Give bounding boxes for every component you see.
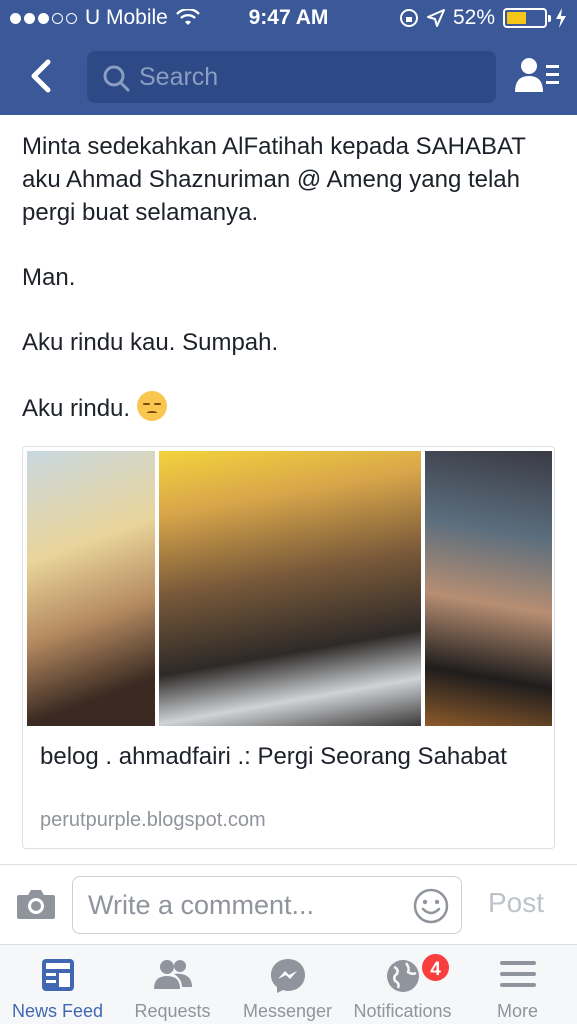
friends-list-icon[interactable] xyxy=(515,56,559,96)
comment-placeholder: Write a comment... xyxy=(88,890,315,920)
back-arrow-icon[interactable] xyxy=(22,54,62,98)
tab-news-feed[interactable]: News Feed xyxy=(0,945,115,1025)
friend-requests-icon xyxy=(153,960,192,989)
camera-icon[interactable] xyxy=(16,887,56,921)
post-paragraph: Minta sedekahkan AlFatihah kepada SAHABA… xyxy=(22,133,526,226)
search-icon xyxy=(103,65,130,92)
photo-singer-right xyxy=(425,451,552,726)
post-text: Minta sedekahkan AlFatihah kepada SAHABA… xyxy=(22,130,562,457)
emoji-smile-icon[interactable] xyxy=(413,888,449,924)
search-placeholder: Search xyxy=(139,63,219,91)
charging-icon xyxy=(556,8,566,28)
tab-more[interactable]: More xyxy=(460,945,575,1025)
comment-input[interactable]: Write a comment... xyxy=(72,876,462,934)
link-title[interactable]: belog . ahmadfairi .: Pergi Seorang Saha… xyxy=(40,740,540,773)
app-header: U Mobile 9:47 AM 52% Search xyxy=(0,0,577,115)
link-preview-image[interactable] xyxy=(27,451,552,726)
tab-label: More xyxy=(496,1001,538,1021)
post-paragraph-last: Aku rindu. xyxy=(22,391,562,425)
search-input[interactable]: Search xyxy=(87,51,496,103)
post-button[interactable]: Post xyxy=(488,887,544,919)
tab-label: Notifications xyxy=(353,1001,452,1021)
post-paragraph: Man. xyxy=(22,264,76,291)
photo-guitarist-center xyxy=(159,451,421,726)
tab-bar: News Feed Requests Messenger Notificatio… xyxy=(0,944,577,1024)
pensive-face-emoji-icon xyxy=(136,391,167,421)
tab-label: News Feed xyxy=(11,1001,104,1021)
post-paragraph: Aku rindu kau. Sumpah. xyxy=(22,329,279,356)
status-bar: U Mobile 9:47 AM 52% xyxy=(0,0,577,38)
rotation-lock-icon xyxy=(399,9,418,27)
news-feed-icon xyxy=(41,959,74,991)
tab-label: Requests xyxy=(134,1001,211,1021)
link-preview-card[interactable]: belog . ahmadfairi .: Pergi Seorang Saha… xyxy=(22,446,555,849)
location-icon xyxy=(426,9,445,27)
post-paragraph: Aku rindu. xyxy=(22,395,131,422)
battery-icon xyxy=(503,8,551,28)
tab-requests[interactable]: Requests xyxy=(115,945,230,1025)
nav-row: Search xyxy=(0,48,577,106)
link-domain: perutpurple.blogspot.com xyxy=(40,809,266,831)
notification-badge: 4 xyxy=(420,952,451,983)
tab-messenger[interactable]: Messenger xyxy=(230,945,345,1025)
photo-guitarist-left xyxy=(27,451,155,726)
divider xyxy=(0,864,577,865)
messenger-icon xyxy=(270,959,305,993)
globe-icon xyxy=(386,960,419,992)
battery-percent: 52% xyxy=(452,6,495,29)
tab-label: Messenger xyxy=(242,1001,333,1021)
menu-icon xyxy=(499,961,536,987)
